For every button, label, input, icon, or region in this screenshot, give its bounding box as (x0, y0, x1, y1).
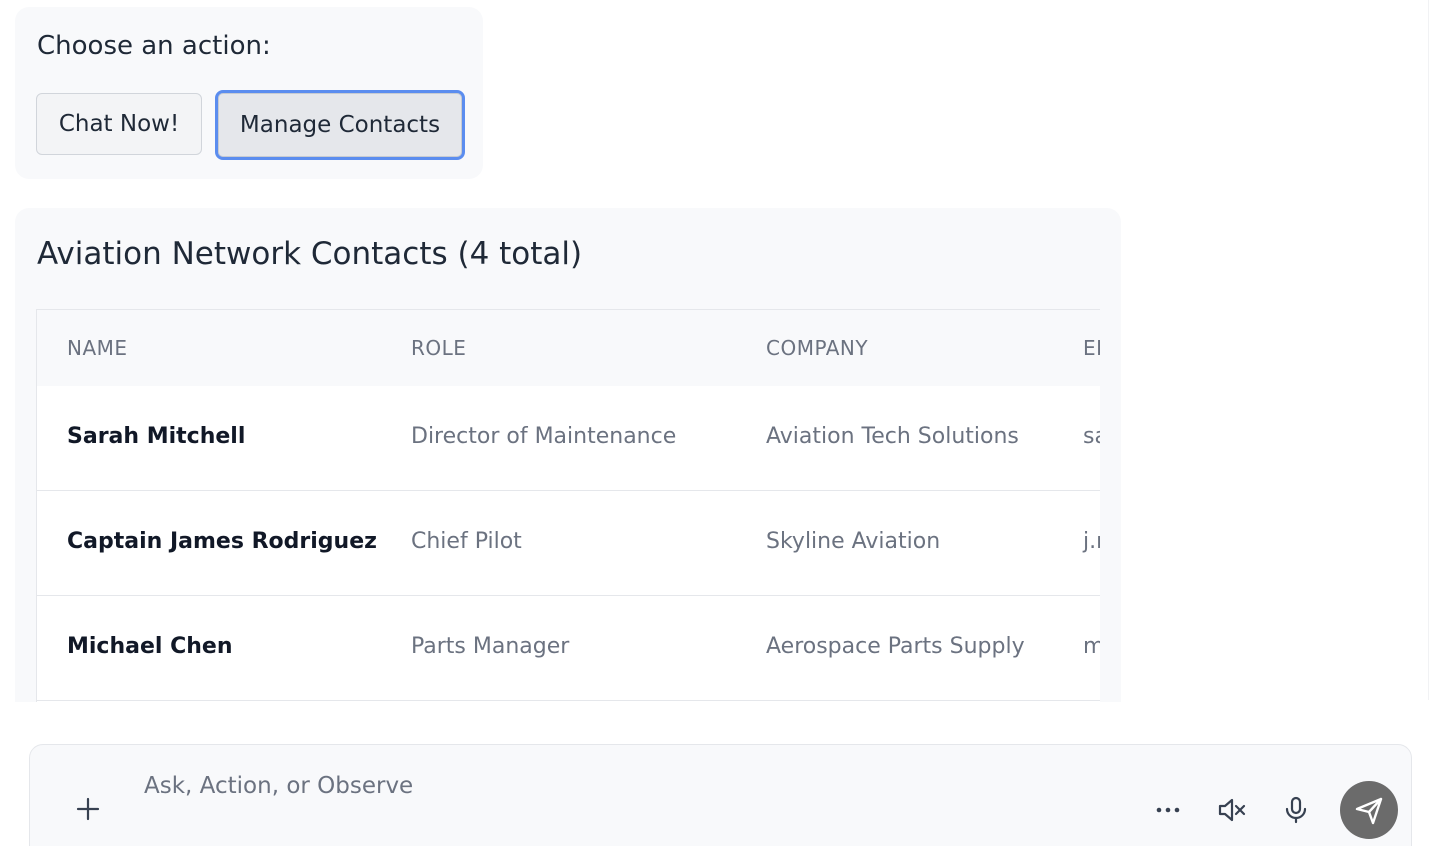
microphone-button[interactable] (1279, 793, 1313, 827)
add-button[interactable] (70, 791, 106, 827)
scroll-edge (1428, 0, 1429, 700)
contact-company: Aerospace Parts Supply (766, 634, 1025, 659)
contact-company: Skyline Aviation (766, 529, 941, 554)
contact-email: sa (1083, 424, 1100, 449)
manage-contacts-button[interactable]: Manage Contacts (215, 90, 465, 160)
contact-role: Chief Pilot (411, 529, 522, 554)
prompt-bar (29, 744, 1412, 846)
contact-name: Captain James Rodriguez (67, 529, 377, 554)
plus-icon (76, 797, 100, 821)
contact-email: m (1083, 634, 1100, 659)
contact-email: j.r (1083, 529, 1100, 554)
contact-role: Director of Maintenance (411, 424, 677, 449)
contacts-title: Aviation Network Contacts (4 total) (37, 236, 583, 272)
contacts-table[interactable]: NAME ROLE COMPANY EMAIL Sarah Mitchell D… (36, 309, 1100, 702)
chat-now-button[interactable]: Chat Now! (36, 93, 202, 155)
contact-company: Aviation Tech Solutions (766, 424, 1019, 449)
table-row[interactable]: Captain James Rodriguez Chief Pilot Skyl… (37, 491, 1100, 596)
table-row[interactable]: Sarah Mitchell Director of Maintenance A… (37, 386, 1100, 491)
mute-icon (1218, 798, 1246, 822)
more-icon (1156, 807, 1180, 813)
contacts-panel: Aviation Network Contacts (4 total) NAME… (15, 208, 1121, 702)
column-header-email: EMAIL (1083, 336, 1100, 360)
column-header-name: NAME (67, 336, 128, 360)
table-row[interactable]: Michael Chen Parts Manager Aerospace Par… (37, 596, 1100, 701)
send-icon (1355, 797, 1383, 825)
column-header-role: ROLE (411, 336, 467, 360)
contact-name: Sarah Mitchell (67, 424, 246, 449)
contact-name: Michael Chen (67, 634, 233, 659)
send-button[interactable] (1340, 781, 1398, 839)
page: Choose an action: Chat Now! Manage Conta… (0, 0, 1432, 846)
contact-role: Parts Manager (411, 634, 570, 659)
action-title: Choose an action: (37, 31, 271, 61)
more-options-button[interactable] (1151, 793, 1185, 827)
prompt-input[interactable] (144, 769, 844, 803)
table-header: NAME ROLE COMPANY EMAIL (37, 310, 1100, 386)
mute-button[interactable] (1215, 793, 1249, 827)
column-header-company: COMPANY (766, 336, 869, 360)
microphone-icon (1285, 796, 1307, 824)
action-card: Choose an action: Chat Now! Manage Conta… (15, 7, 483, 179)
